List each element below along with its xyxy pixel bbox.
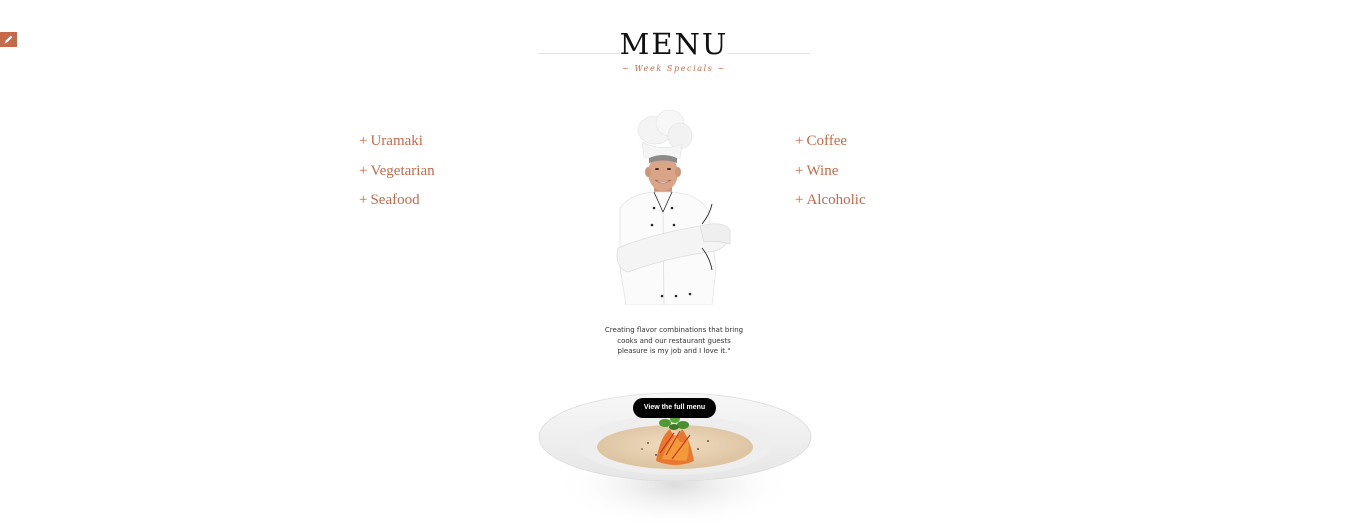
category-uramaki[interactable]: + Uramaki bbox=[359, 127, 435, 157]
category-vegetarian[interactable]: + Vegetarian bbox=[359, 157, 435, 187]
plus-icon: + bbox=[359, 162, 368, 179]
category-label: Vegetarian bbox=[370, 162, 435, 179]
category-label: Uramaki bbox=[370, 133, 423, 149]
plus-icon: + bbox=[795, 192, 804, 208]
category-seafood[interactable]: + Seafood bbox=[359, 186, 435, 216]
category-coffee[interactable]: + Coffee bbox=[795, 127, 866, 157]
category-label: Seafood bbox=[370, 192, 420, 208]
menu-page: MENU ~ Week Specials ~ + Uramaki + Vegetar… bbox=[0, 0, 1349, 529]
chef-image bbox=[616, 109, 731, 305]
category-list-right: + Coffee + Wine + Alcoholic bbox=[795, 127, 866, 216]
edit-button[interactable] bbox=[0, 32, 17, 47]
chef-quote: Creating flavor combinations that bring … bbox=[604, 326, 744, 355]
page-title: MENU bbox=[619, 27, 729, 61]
plus-icon: + bbox=[795, 133, 804, 149]
category-wine[interactable]: + Wine bbox=[795, 157, 866, 187]
menu-header: MENU ~ Week Specials ~ bbox=[538, 24, 810, 74]
title-divider-left bbox=[538, 53, 620, 54]
category-label: Wine bbox=[806, 162, 839, 179]
category-alcoholic[interactable]: + Alcoholic bbox=[795, 186, 866, 216]
page-subtitle: ~ Week Specials ~ bbox=[622, 64, 726, 73]
plus-icon: + bbox=[359, 133, 368, 149]
plus-icon: + bbox=[359, 192, 368, 208]
category-label: Coffee bbox=[806, 133, 848, 149]
category-label: Alcoholic bbox=[806, 192, 866, 208]
pencil-icon bbox=[4, 35, 13, 44]
plus-icon: + bbox=[795, 162, 804, 179]
title-divider-right bbox=[728, 53, 810, 54]
view-full-menu-button[interactable]: View the full menu bbox=[633, 398, 716, 418]
category-list-left: + Uramaki + Vegetarian + Seafood bbox=[359, 127, 435, 216]
